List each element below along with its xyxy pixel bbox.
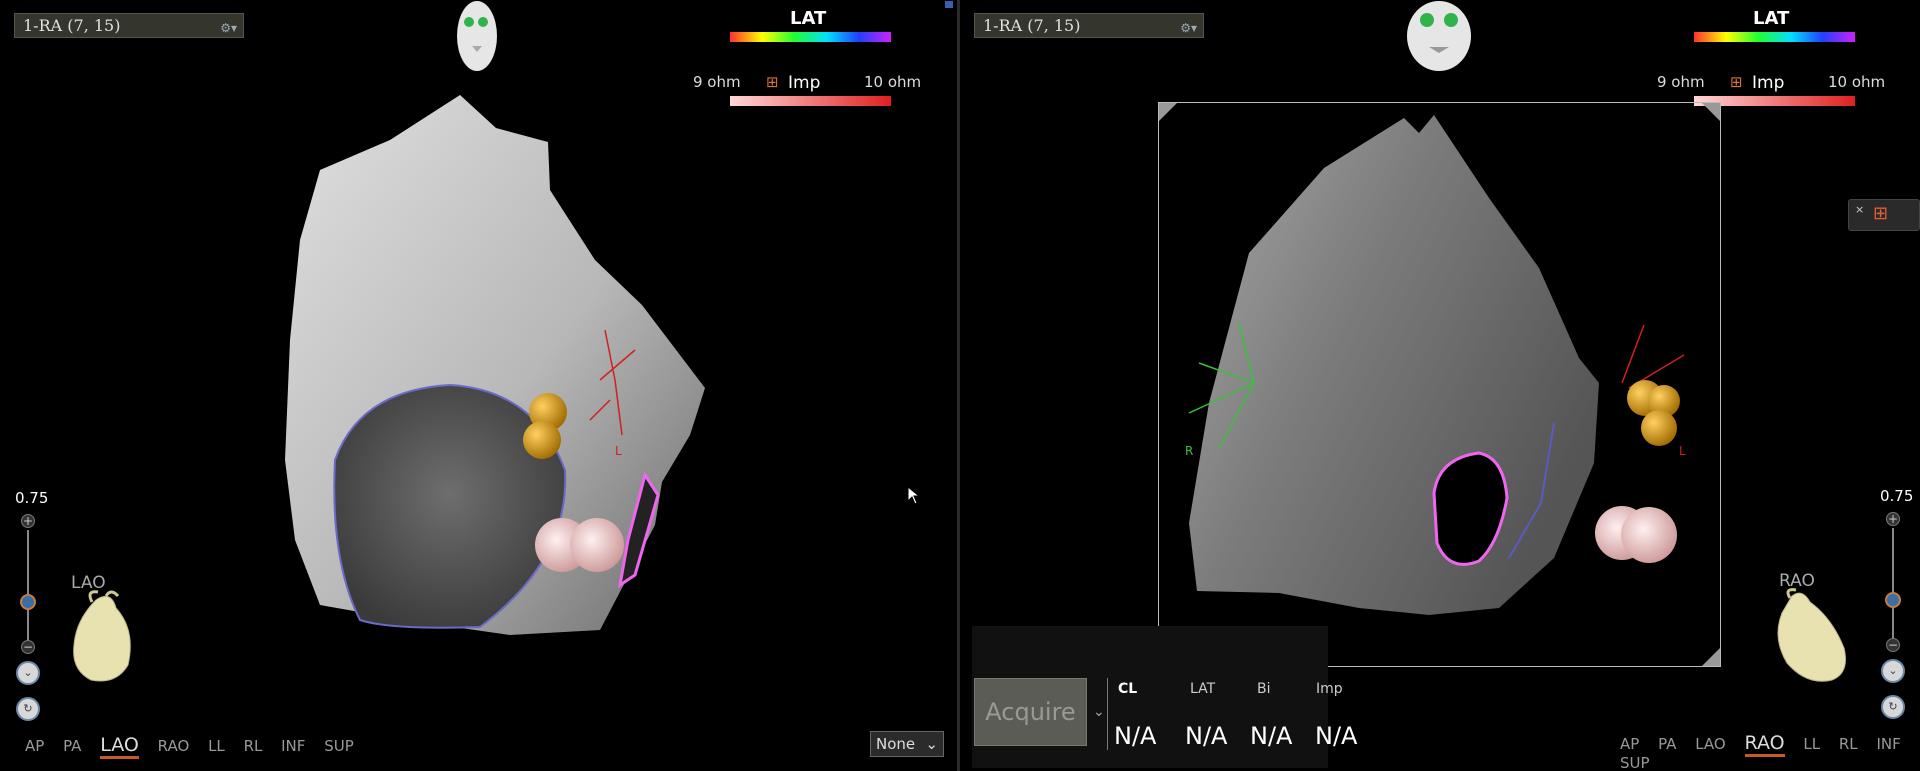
- view-ap[interactable]: AP: [1620, 735, 1639, 753]
- zoom-value: 0.75: [15, 489, 49, 507]
- lat-color-bar: [730, 32, 891, 42]
- catheter-label: L: [615, 444, 622, 458]
- imp-legend-title: Imp: [1752, 73, 1785, 93]
- ra-anatomy-map[interactable]: L: [260, 90, 730, 650]
- imp-legend-title: Imp: [788, 73, 821, 93]
- stat-label-imp: Imp: [1316, 681, 1343, 697]
- right-viewport[interactable]: 1-RA (7, 15) ⚙▾ LAT 9 ohm ⊞ Imp 10 ohm ×…: [960, 0, 1920, 771]
- zoom-in-icon[interactable]: +: [1886, 512, 1900, 526]
- map-selector[interactable]: 1-RA (7, 15) ⚙▾: [14, 13, 244, 38]
- lat-legend-title: LAT: [790, 8, 827, 29]
- catheter-tool-icon[interactable]: × ⊞: [1848, 199, 1920, 231]
- display-mode-dropdown[interactable]: None ⌄: [870, 731, 944, 757]
- stat-value-bi: N/A: [1250, 722, 1293, 750]
- view-rl[interactable]: RL: [1839, 735, 1858, 753]
- display-mode-value: None: [876, 735, 916, 753]
- zoom-in-icon[interactable]: +: [21, 514, 35, 528]
- map-name: 1-RA (7, 15): [23, 16, 121, 35]
- lat-color-bar: [1694, 32, 1855, 42]
- face-orientation-icon: [457, 1, 497, 71]
- view-pa[interactable]: PA: [63, 737, 81, 755]
- view-pa[interactable]: PA: [1658, 735, 1676, 753]
- view-reset-icon[interactable]: ⌄: [1881, 659, 1905, 683]
- view-ll[interactable]: LL: [208, 737, 225, 755]
- catheter-label-r: R: [1185, 444, 1193, 458]
- stat-label-cl: CL: [1118, 681, 1138, 697]
- imp-grid-icon: ⊞: [766, 73, 779, 91]
- view-lao[interactable]: LAO: [1695, 735, 1726, 753]
- stat-label-lat: LAT: [1190, 681, 1216, 697]
- view-sup[interactable]: SUP: [1620, 754, 1650, 771]
- view-rao[interactable]: RAO: [1744, 732, 1785, 757]
- stats-divider: [1107, 678, 1108, 750]
- view-rao[interactable]: RAO: [158, 737, 190, 755]
- imp-max-label: 10 ohm: [1828, 73, 1886, 91]
- view-ap[interactable]: AP: [25, 737, 44, 755]
- viewport-frame[interactable]: R L: [1158, 102, 1721, 667]
- lat-legend-title: LAT: [1753, 8, 1790, 29]
- rotate-icon[interactable]: ↻: [1881, 695, 1905, 719]
- view-lao[interactable]: LAO: [100, 734, 139, 759]
- face-orientation-icon: [1407, 1, 1471, 71]
- stat-value-cl: N/A: [1114, 722, 1157, 750]
- ra-anatomy-map[interactable]: R L: [1159, 103, 1720, 666]
- imp-min-label: 9 ohm: [1657, 73, 1705, 91]
- heart-orientation-icon: [1777, 588, 1846, 682]
- stat-label-bi: Bi: [1257, 681, 1271, 697]
- view-ll[interactable]: LL: [1803, 735, 1820, 753]
- left-viewport[interactable]: 1-RA (7, 15) ⚙▾ LAT 9 ohm ⊞ Imp 10 ohm L…: [0, 0, 957, 771]
- mouse-cursor-icon: [907, 486, 921, 505]
- stat-value-imp: N/A: [1315, 722, 1358, 750]
- zoom-slider-thumb[interactable]: [1885, 592, 1901, 608]
- view-reset-icon[interactable]: ⌄: [16, 661, 40, 685]
- view-rl[interactable]: RL: [244, 737, 263, 755]
- window-corner-icon: [945, 1, 953, 8]
- zoom-slider-track[interactable]: [1892, 528, 1894, 640]
- imp-color-bar: [730, 96, 891, 106]
- view-sup[interactable]: SUP: [324, 737, 354, 755]
- chevron-down-icon: ⚙▾: [220, 21, 237, 35]
- imp-max-label: 10 ohm: [864, 73, 922, 91]
- map-selector[interactable]: 1-RA (7, 15) ⚙▾: [974, 13, 1204, 38]
- zoom-value: 0.75: [1880, 487, 1914, 505]
- acquire-button[interactable]: Acquire: [974, 678, 1087, 746]
- heart-orientation-icon: [73, 590, 131, 682]
- catheter-label-l: L: [1679, 444, 1686, 458]
- imp-min-label: 9 ohm: [693, 73, 741, 91]
- chevron-down-icon[interactable]: ⌄: [1093, 704, 1105, 720]
- view-presets: AP PA LAO RAO LL RL INF SUP: [1620, 732, 1920, 771]
- chevron-down-icon: ⚙▾: [1180, 21, 1197, 35]
- imp-grid-icon: ⊞: [1730, 73, 1743, 91]
- view-presets: AP PA LAO RAO LL RL INF SUP: [25, 734, 368, 759]
- zoom-slider-thumb[interactable]: [20, 594, 36, 610]
- zoom-out-icon[interactable]: −: [21, 640, 35, 654]
- map-name: 1-RA (7, 15): [983, 16, 1081, 35]
- view-inf[interactable]: INF: [281, 737, 305, 755]
- view-inf[interactable]: INF: [1876, 735, 1900, 753]
- chevron-down-icon: ⌄: [925, 735, 938, 753]
- stat-value-lat: N/A: [1185, 722, 1228, 750]
- zoom-slider-track[interactable]: [27, 530, 29, 642]
- rotate-icon[interactable]: ↻: [16, 697, 40, 721]
- zoom-out-icon[interactable]: −: [1886, 638, 1900, 652]
